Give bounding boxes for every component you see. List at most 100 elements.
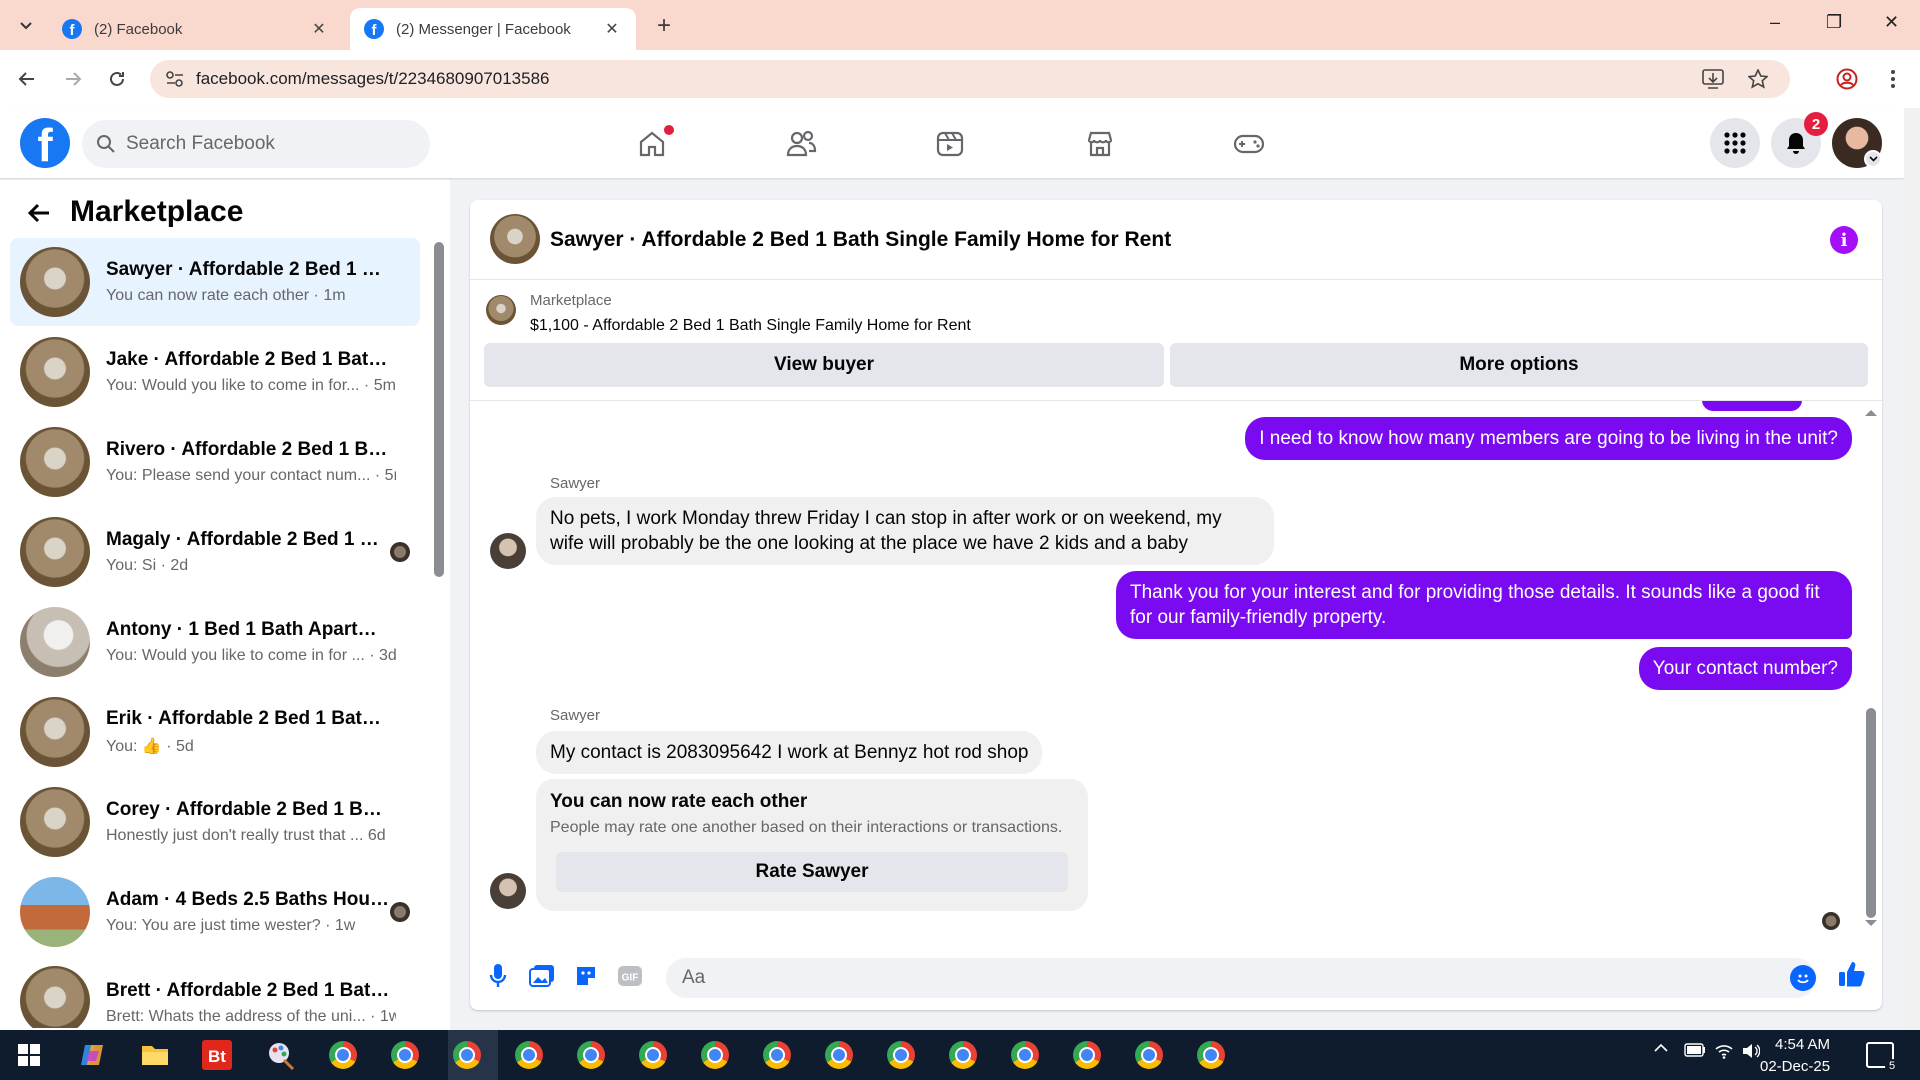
listing-thumbnail — [20, 787, 90, 857]
friends-icon[interactable] — [781, 124, 821, 164]
chrome-icon[interactable] — [884, 1038, 918, 1072]
windows-start-icon[interactable] — [12, 1038, 46, 1072]
marketplace-icon[interactable] — [1080, 124, 1120, 164]
clock-time: 4:54 AM — [1775, 1036, 1831, 1053]
wifi-icon[interactable] — [1714, 1043, 1734, 1059]
gif-icon[interactable]: GIF — [616, 962, 644, 990]
svg-text:Bt: Bt — [208, 1047, 226, 1066]
chrome-icon[interactable] — [1008, 1038, 1042, 1072]
paint-app-icon[interactable] — [264, 1038, 298, 1072]
message-thread: I need to know how many members are goin… — [470, 400, 1882, 940]
chat-title[interactable]: Sawyer · Affordable 2 Bed 1 Bath Single … — [550, 228, 1171, 252]
battery-icon[interactable] — [1684, 1043, 1706, 1057]
close-tab-icon[interactable]: ✕ — [309, 19, 329, 39]
message-bubble-outgoing: Your contact number? — [1638, 647, 1852, 690]
chrome-icon[interactable] — [450, 1038, 484, 1072]
chrome-icon[interactable] — [1132, 1038, 1166, 1072]
sidebar-title: Marketplace — [70, 195, 244, 228]
back-icon[interactable] — [14, 66, 40, 92]
chat-panel: Sawyer · Affordable 2 Bed 1 Bath Single … — [470, 200, 1882, 1010]
rate-card-subtitle: People may rate one another based on the… — [550, 819, 1063, 836]
facebook-logo[interactable]: f — [20, 118, 70, 168]
browser-tab-facebook[interactable]: f (2) Facebook ✕ — [48, 8, 343, 50]
chrome-icon[interactable] — [512, 1038, 546, 1072]
sender-avatar[interactable] — [490, 873, 526, 909]
notification-center-icon[interactable]: 5 — [1866, 1042, 1899, 1073]
sticker-icon[interactable] — [572, 962, 600, 990]
message-input-placeholder: Aa — [682, 967, 706, 988]
system-clock[interactable]: 4:54 AM 02-Dec-25 — [1760, 1034, 1830, 1078]
bittorrent-icon[interactable]: Bt — [200, 1038, 234, 1072]
listing-avatar[interactable] — [490, 214, 540, 264]
like-icon[interactable] — [1838, 960, 1866, 988]
install-app-icon[interactable] — [1702, 69, 1724, 89]
conversation-name: Adam · 4 Beds 2.5 Baths House — [106, 889, 391, 910]
conversation-item[interactable]: Brett · Affordable 2 Bed 1 Bath Single F… — [10, 958, 420, 1028]
view-buyer-button[interactable]: View buyer — [484, 343, 1164, 387]
tab-search-button[interactable] — [12, 12, 40, 40]
sidebar-scrollbar[interactable] — [434, 242, 444, 577]
conversation-name: Magaly · Affordable 2 Bed 1 Bath Single … — [106, 529, 391, 550]
forward-icon[interactable] — [60, 66, 86, 92]
search-input[interactable]: Search Facebook — [82, 120, 430, 168]
listing-thumbnail — [20, 517, 90, 587]
chrome-icon[interactable] — [636, 1038, 670, 1072]
close-window-button[interactable]: ✕ — [1884, 12, 1899, 33]
reload-icon[interactable] — [104, 66, 130, 92]
listing-title[interactable]: $1,100 - Affordable 2 Bed 1 Bath Single … — [530, 317, 971, 335]
profile-icon[interactable] — [1834, 66, 1860, 92]
chrome-icon[interactable] — [698, 1038, 732, 1072]
file-explorer-icon[interactable] — [138, 1038, 172, 1072]
info-icon[interactable]: i — [1830, 226, 1858, 254]
emoji-icon[interactable] — [1790, 965, 1816, 991]
chrome-icon[interactable] — [760, 1038, 794, 1072]
sender-avatar[interactable] — [490, 533, 526, 569]
listing-thumbnail — [20, 247, 90, 317]
conversation-item[interactable]: Antony · 1 Bed 1 Bath Apartment for Rent… — [10, 598, 420, 686]
listing-thumbnail — [20, 607, 90, 677]
video-icon[interactable] — [930, 124, 970, 164]
new-tab-button[interactable]: + — [650, 12, 678, 40]
conversation-item[interactable]: Sawyer · Affordable 2 Bed 1 Bath Single … — [10, 238, 420, 326]
browser-tab-messenger[interactable]: f (2) Messenger | Facebook ✕ — [350, 8, 636, 50]
menu-grid-icon[interactable] — [1710, 118, 1760, 168]
close-tab-icon[interactable]: ✕ — [602, 19, 622, 39]
chrome-icon[interactable] — [1070, 1038, 1104, 1072]
conversation-item[interactable]: Rivero · Affordable 2 Bed 1 Bath Single … — [10, 418, 420, 506]
chevron-down-icon[interactable] — [1864, 150, 1882, 168]
seen-avatar — [1822, 912, 1840, 930]
maximize-button[interactable]: ❐ — [1826, 12, 1842, 33]
volume-icon[interactable] — [1742, 1043, 1760, 1059]
chrome-icon[interactable] — [946, 1038, 980, 1072]
gaming-icon[interactable] — [1229, 124, 1269, 164]
conversation-item[interactable]: Corey · Affordable 2 Bed 1 Bath Single F… — [10, 778, 420, 866]
chrome-icon[interactable] — [822, 1038, 856, 1072]
address-bar[interactable]: facebook.com/messages/t/2234680907013586 — [150, 60, 1790, 98]
photo-icon[interactable] — [528, 962, 556, 990]
message-input[interactable]: Aa — [666, 958, 1816, 998]
message-scrollbar[interactable] — [1866, 708, 1876, 918]
copilot-icon[interactable] — [76, 1038, 110, 1072]
conversation-item[interactable]: Erik · Affordable 2 Bed 1 Bath Single Fa… — [10, 688, 420, 776]
scroll-up-icon[interactable] — [1864, 408, 1878, 418]
chrome-icon[interactable] — [1194, 1038, 1228, 1072]
scroll-down-icon[interactable] — [1864, 918, 1878, 928]
url-text: facebook.com/messages/t/2234680907013586 — [196, 69, 550, 88]
chrome-icon[interactable] — [326, 1038, 360, 1072]
conversation-item[interactable]: Magaly · Affordable 2 Bed 1 Bath Single … — [10, 508, 420, 596]
conversation-item[interactable]: Adam · 4 Beds 2.5 Baths House You: You ar… — [10, 868, 420, 956]
back-arrow-icon[interactable] — [26, 200, 52, 226]
more-options-button[interactable]: More options — [1170, 343, 1868, 387]
minimize-button[interactable]: – — [1770, 12, 1780, 33]
microphone-icon[interactable] — [484, 962, 512, 990]
chrome-icon[interactable] — [574, 1038, 608, 1072]
page-scrollbar[interactable] — [1904, 108, 1920, 1030]
bookmark-star-icon[interactable] — [1748, 69, 1768, 89]
conversation-item[interactable]: Jake · Affordable 2 Bed 1 Bath Single Fa… — [10, 328, 420, 416]
site-settings-icon[interactable] — [166, 71, 184, 87]
chrome-icon[interactable] — [388, 1038, 422, 1072]
conversation-preview: You: Si · 2d — [106, 557, 189, 574]
chevron-up-icon[interactable] — [1654, 1043, 1668, 1053]
rate-sawyer-button[interactable]: Rate Sawyer — [556, 852, 1068, 892]
browser-menu-icon[interactable] — [1880, 66, 1906, 92]
